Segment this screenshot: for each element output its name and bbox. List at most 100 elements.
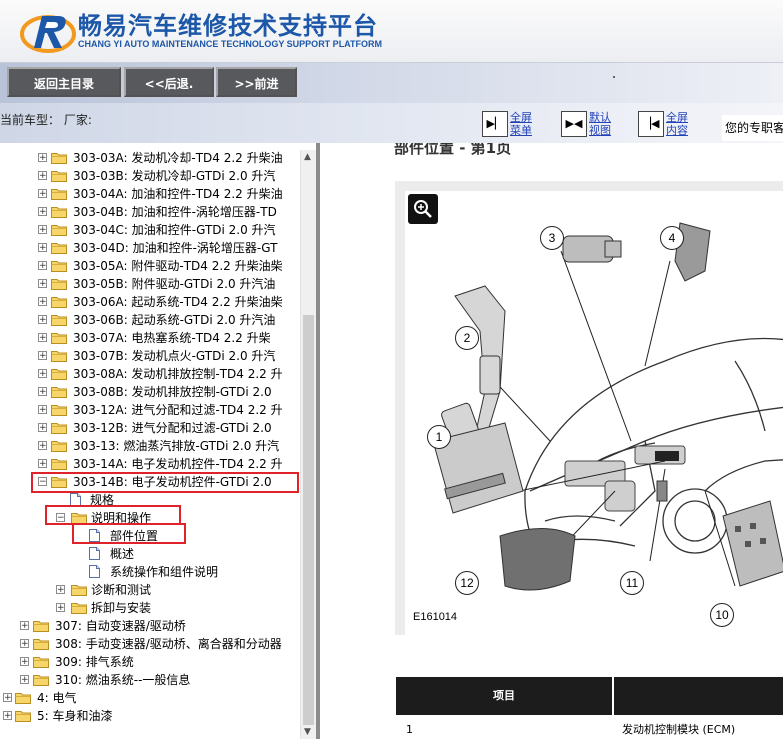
- folder-icon: [51, 441, 67, 452]
- expand-icon[interactable]: +: [38, 333, 47, 343]
- tree-item[interactable]: 系统操作和组件说明: [0, 563, 300, 581]
- expand-icon[interactable]: +: [38, 459, 47, 469]
- tree-item-label: 303-04C: 加油和控件-GTDi 2.0 升汽: [73, 223, 276, 237]
- scrollbar-thumb[interactable]: [303, 315, 314, 725]
- document-icon: [89, 565, 100, 578]
- tree-item[interactable]: +307: 自动变速器/驱动桥: [0, 617, 300, 635]
- expand-icon[interactable]: +: [38, 351, 47, 361]
- tree-item[interactable]: +303-06A: 起动系统-TD4 2.2 升柴油柴: [0, 293, 300, 311]
- tree-item[interactable]: +303-12B: 进气分配和过滤-GTDi 2.0: [0, 419, 300, 437]
- tree-item-label: 4: 电气: [37, 691, 77, 705]
- folder-icon: [51, 423, 67, 434]
- tree-item[interactable]: +303-03A: 发动机冷却-TD4 2.2 升柴油: [0, 149, 300, 167]
- expand-icon[interactable]: +: [38, 261, 47, 271]
- folder-icon: [51, 225, 67, 236]
- tree-item[interactable]: +5: 车身和油漆: [0, 707, 300, 725]
- folder-icon: [51, 189, 67, 200]
- folder-icon: [51, 315, 67, 326]
- navigation-tree[interactable]: +303-03A: 发动机冷却-TD4 2.2 升柴油 +303-03B: 发动机…: [0, 143, 300, 739]
- tree-item[interactable]: +303-07A: 电热塞系统-TD4 2.2 升柴: [0, 329, 300, 347]
- tree-item[interactable]: +303-08B: 发动机排放控制-GTDi 2.0: [0, 383, 300, 401]
- tree-item[interactable]: +303-04A: 加油和控件-TD4 2.2 升柴油: [0, 185, 300, 203]
- tree-item[interactable]: +303-05B: 附件驱动-GTDi 2.0 升汽油: [0, 275, 300, 293]
- expand-icon[interactable]: +: [20, 675, 29, 685]
- highlight-box-303-14b: [31, 472, 299, 493]
- tree-item[interactable]: +309: 排气系统: [0, 653, 300, 671]
- expand-icon[interactable]: +: [38, 207, 47, 217]
- expand-icon[interactable]: +: [20, 657, 29, 667]
- tree-item[interactable]: +308: 手动变速器/驱动桥、离合器和分动器: [0, 635, 300, 653]
- expand-icon[interactable]: +: [38, 387, 47, 397]
- back-button[interactable]: <<后退.: [124, 67, 214, 97]
- expand-icon[interactable]: +: [38, 369, 47, 379]
- tree-item-label: 310: 燃油系统--一般信息: [55, 673, 191, 687]
- tree-item[interactable]: + 拆卸与安装: [0, 599, 300, 617]
- tree-item[interactable]: +303-06B: 起动系统-GTDi 2.0 升汽油: [0, 311, 300, 329]
- tree-item-label: 303-05B: 附件驱动-GTDi 2.0 升汽油: [73, 277, 276, 291]
- folder-icon: [51, 171, 67, 182]
- current-car-type: 当前车型： 厂家:: [0, 113, 92, 127]
- folder-icon: [71, 603, 87, 614]
- folder-icon: [15, 711, 31, 722]
- folder-icon: [51, 297, 67, 308]
- tree-item[interactable]: +303-13: 燃油蒸汽排放-GTDi 2.0 升汽: [0, 437, 300, 455]
- forward-button[interactable]: >>前进: [216, 67, 297, 97]
- expand-icon[interactable]: +: [38, 225, 47, 235]
- highlight-box-description: [45, 505, 181, 525]
- tree-item[interactable]: +303-04D: 加油和控件-涡轮增压器-GT: [0, 239, 300, 257]
- default-view-button[interactable]: ▶◀ 默认 视图: [561, 111, 631, 139]
- site-title: 畅易汽车维修技术支持平台: [78, 12, 378, 40]
- table-header-item: 项目: [396, 677, 612, 715]
- tree-item[interactable]: +303-14A: 电子发动机控件-TD4 2.2 升: [0, 455, 300, 473]
- fullscreen-content-button[interactable]: ▕◀ 全屏 内容: [638, 111, 708, 139]
- tree-item[interactable]: +303-04C: 加油和控件-GTDi 2.0 升汽: [0, 221, 300, 239]
- expand-icon[interactable]: +: [38, 315, 47, 325]
- expand-icon[interactable]: +: [38, 441, 47, 451]
- expand-icon[interactable]: +: [38, 171, 47, 181]
- tree-item[interactable]: 概述: [0, 545, 300, 563]
- site-subtitle: CHANG YI AUTO MAINTENANCE TECHNOLOGY SUP…: [78, 39, 383, 49]
- toolbar: 返回主目录 <<后退. >>前进: [0, 63, 783, 103]
- tree-item[interactable]: +303-03B: 发动机冷却-GTDi 2.0 升汽: [0, 167, 300, 185]
- tree-item[interactable]: +310: 燃油系统--一般信息: [0, 671, 300, 689]
- expand-icon[interactable]: +: [38, 297, 47, 307]
- tree-item[interactable]: +303-08A: 发动机排放控制-TD4 2.2 升: [0, 365, 300, 383]
- tree-scrollbar[interactable]: ▲ ▼: [300, 150, 317, 739]
- expand-icon[interactable]: +: [38, 243, 47, 253]
- tree-item-label: 303-03B: 发动机冷却-GTDi 2.0 升汽: [73, 169, 276, 183]
- home-button[interactable]: 返回主目录: [7, 67, 121, 97]
- folder-icon: [71, 585, 87, 596]
- zoom-icon[interactable]: [408, 194, 438, 224]
- expand-icon[interactable]: +: [56, 585, 65, 595]
- expand-icon[interactable]: +: [3, 711, 12, 721]
- info-bar: 当前车型： 厂家: ▶▏ 全屏 菜单 ▶◀ 默认 视图 ▕◀ 全屏 内容 您的专…: [0, 103, 783, 143]
- default-view-label: 默认 视图: [589, 111, 611, 137]
- scroll-up-arrow-icon[interactable]: ▲: [304, 152, 311, 162]
- folder-icon: [51, 387, 67, 398]
- tree-item-label: 303-04B: 加油和控件-涡轮增压器-TD: [73, 205, 277, 219]
- tree-item[interactable]: +303-07B: 发动机点火-GTDi 2.0 升汽: [0, 347, 300, 365]
- expand-icon[interactable]: +: [38, 189, 47, 199]
- tree-item[interactable]: +4: 电气: [0, 689, 300, 707]
- tree-item[interactable]: +303-05A: 附件驱动-TD4 2.2 升柴油柴: [0, 257, 300, 275]
- expand-icon[interactable]: +: [20, 621, 29, 631]
- tree-item[interactable]: +303-04B: 加油和控件-涡轮增压器-TD: [0, 203, 300, 221]
- tree-item-label: 303-12A: 进气分配和过滤-TD4 2.2 升: [73, 403, 283, 417]
- fullscreen-menu-button[interactable]: ▶▏ 全屏 菜单: [482, 111, 552, 139]
- expand-icon[interactable]: +: [3, 693, 12, 703]
- expand-icon[interactable]: +: [38, 279, 47, 289]
- expand-icon[interactable]: +: [38, 153, 47, 163]
- figure-canvas: 1 2 3 4 10 11 12 E161014: [405, 191, 783, 635]
- tree-item-label: 309: 排气系统: [55, 655, 134, 669]
- cy-logo-icon: [20, 15, 76, 53]
- tree-item[interactable]: +303-12A: 进气分配和过滤-TD4 2.2 升: [0, 401, 300, 419]
- expand-icon[interactable]: +: [56, 603, 65, 613]
- expand-icon[interactable]: +: [20, 639, 29, 649]
- expand-icon[interactable]: +: [38, 423, 47, 433]
- expand-icon[interactable]: +: [38, 405, 47, 415]
- tree-item-label: 诊断和测试: [91, 583, 152, 597]
- callout-10: 10: [710, 603, 734, 627]
- tree-item[interactable]: + 诊断和测试: [0, 581, 300, 599]
- fullscreen-content-label: 全屏 内容: [666, 111, 688, 137]
- scroll-down-arrow-icon[interactable]: ▼: [304, 727, 311, 737]
